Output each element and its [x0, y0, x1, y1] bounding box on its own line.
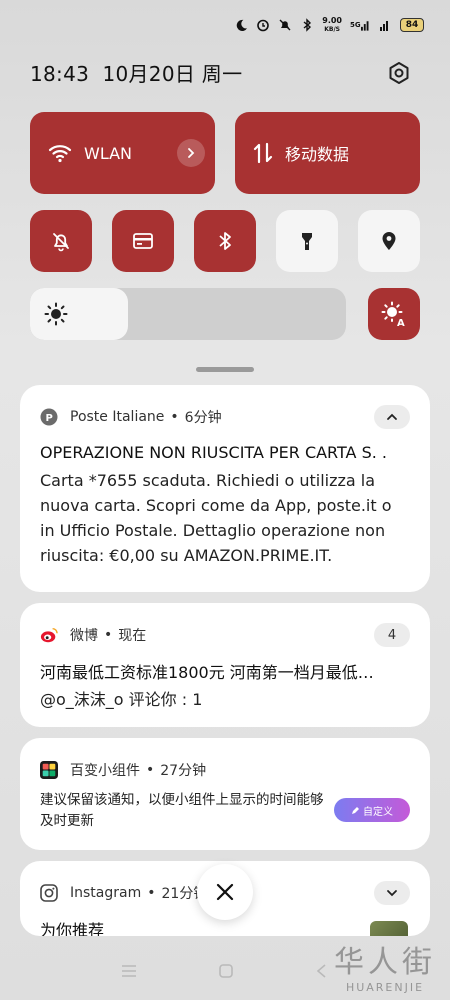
notification-header: 微博 • 现在 4 [40, 623, 410, 647]
header: 18:43 10月20日 周一 [30, 58, 412, 87]
location-pin-icon [382, 232, 396, 250]
separator-dot: • [170, 409, 179, 425]
status-bar: 9.00 KB/S 5G 84 [234, 14, 424, 36]
notification-app-name: 百变小组件 [70, 763, 140, 779]
notification-time: 6分钟 [184, 410, 222, 426]
notification-card[interactable]: P Poste Italiane • 6分钟 OPERAZIONE NON RI… [20, 385, 430, 592]
back-icon[interactable] [314, 963, 330, 979]
home-icon[interactable] [218, 963, 234, 979]
notification-title: OPERAZIONE NON RIUSCITA PER CARTA S. . [40, 443, 387, 462]
widget-app-icon [40, 761, 58, 779]
notification-count-badge[interactable]: 4 [374, 623, 410, 647]
instagram-app-icon [40, 884, 58, 902]
signal-icon: 5G [350, 18, 370, 32]
bluetooth-icon [300, 18, 314, 32]
svg-text:P: P [46, 413, 53, 424]
wlan-label: WLAN [84, 143, 133, 163]
alarm-icon [256, 18, 270, 32]
mobile-data-label: 移动数据 [285, 145, 350, 164]
settings-button[interactable] [386, 60, 412, 86]
silent-mode-toggle[interactable] [30, 210, 92, 272]
data-transfer-icon [253, 142, 273, 164]
location-toggle[interactable] [358, 210, 420, 272]
pencil-icon [352, 806, 359, 814]
notification-title: 河南最低工资标准1800元 河南第一档月最低… [40, 663, 374, 682]
sun-icon [44, 302, 68, 326]
chevron-down-icon [387, 890, 397, 897]
chevron-up-icon [387, 413, 397, 420]
wallet-toggle[interactable] [112, 210, 174, 272]
net-speed: 9.00 KB/S [322, 15, 342, 34]
brightness-slider[interactable] [30, 288, 346, 340]
separator-dot: • [104, 627, 113, 643]
panel-drag-handle[interactable] [196, 367, 254, 372]
notification-time: 现在 [118, 628, 147, 644]
expand-button[interactable] [374, 881, 410, 905]
notification-header: 百变小组件 • 27分钟 [40, 758, 410, 782]
net-speed-unit: KB/S [324, 25, 340, 33]
watermark: 华人街 HUARENJIE [334, 937, 436, 994]
notification-thumbnail [370, 921, 408, 936]
card-icon [133, 233, 153, 249]
flashlight-toggle[interactable] [276, 210, 338, 272]
weibo-app-icon [40, 626, 58, 644]
signal-label: 5G [350, 21, 361, 29]
notification-body: @o_沫沫_o 评论你 : 1 [40, 690, 203, 709]
poste-app-icon: P [40, 408, 58, 426]
bell-off-icon [53, 233, 69, 252]
signal-secondary-icon [378, 18, 392, 32]
bluetooth-icon [219, 232, 231, 250]
wlan-expand-button[interactable] [177, 139, 205, 167]
menu-icon[interactable] [120, 963, 138, 979]
collapse-button[interactable] [374, 405, 410, 429]
notification-time: 27分钟 [160, 763, 207, 779]
battery-indicator: 84 [400, 18, 424, 32]
bluetooth-toggle[interactable] [194, 210, 256, 272]
close-icon [216, 883, 234, 901]
wlan-tile[interactable]: WLAN [30, 112, 215, 194]
notification-card[interactable]: 微博 • 现在 4 河南最低工资标准1800元 河南第一档月最低… @o_沫沫_… [20, 603, 430, 727]
mobile-data-tile[interactable]: 移动数据 [235, 112, 420, 194]
auto-brightness-toggle[interactable]: A [368, 288, 420, 340]
customize-button-label: 自定义 [363, 806, 393, 818]
notification-header: P Poste Italiane • 6分钟 [40, 405, 410, 429]
auto-brightness-icon: A [381, 301, 405, 327]
time-date: 18:43 10月20日 周一 [30, 62, 243, 86]
clear-all-button[interactable] [197, 864, 253, 920]
chevron-right-icon [188, 148, 195, 158]
notification-app-name: 微博 [70, 628, 98, 644]
watermark-en: HUARENJIE [345, 981, 425, 994]
svg-text:A: A [397, 318, 405, 327]
notification-card[interactable]: 百变小组件 • 27分钟 建议保留该通知，以便小组件上显示的时间能够及时更新 自… [20, 738, 430, 850]
customize-button[interactable]: 自定义 [334, 798, 410, 822]
flashlight-icon [302, 233, 312, 250]
separator-dot: • [147, 885, 156, 901]
net-speed-value: 9.00 [322, 15, 342, 25]
wifi-icon [48, 145, 72, 163]
mute-icon [278, 18, 292, 32]
moon-icon [234, 18, 248, 32]
gear-icon [389, 61, 409, 84]
notification-body: 建议保留该通知，以便小组件上显示的时间能够及时更新 [40, 792, 324, 829]
notification-app-name: Poste Italiane [70, 409, 165, 425]
notification-app-name: Instagram [70, 885, 142, 901]
watermark-cn: 华人街 [334, 945, 436, 980]
separator-dot: • [146, 762, 155, 778]
notification-body: Carta *7655 scaduta. Richiedi o utilizza… [40, 471, 392, 565]
